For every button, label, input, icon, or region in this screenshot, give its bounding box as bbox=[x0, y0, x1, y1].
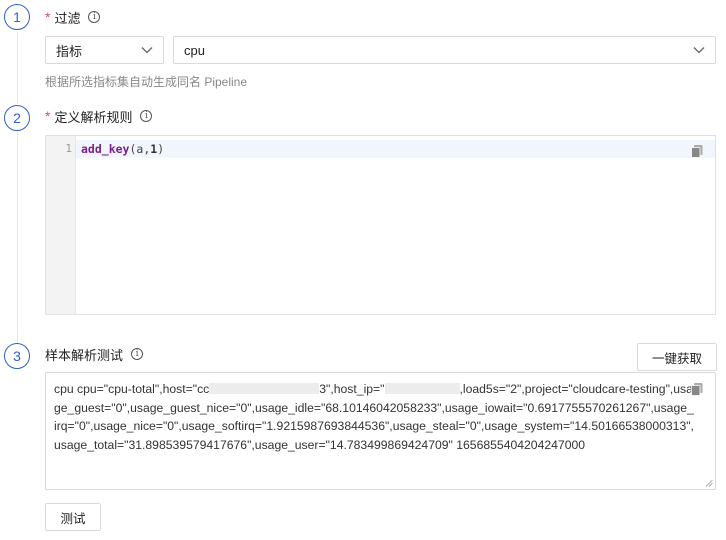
sample-title-label: 样本解析测试 bbox=[45, 347, 124, 363]
step-1-indicator: 1 bbox=[4, 4, 30, 30]
code-line[interactable]: add_key(a,1) bbox=[81, 142, 164, 156]
info-circle-icon[interactable]: i bbox=[88, 11, 101, 23]
step-connector-2 bbox=[17, 131, 18, 343]
filter-type-value: 指标 bbox=[56, 43, 83, 59]
code-function: add_key bbox=[81, 142, 130, 156]
sample-text-part1: cpu cpu="cpu-total",host="cc bbox=[54, 382, 210, 396]
line-number: 1 bbox=[65, 142, 72, 155]
rule-code-editor[interactable]: 1 add_key(a,1) bbox=[45, 135, 716, 315]
fetch-sample-button[interactable]: 一键获取 bbox=[637, 343, 717, 371]
copy-icon[interactable] bbox=[690, 144, 704, 158]
redacted-block bbox=[384, 383, 460, 394]
metric-value: cpu bbox=[184, 42, 205, 58]
copy-icon[interactable] bbox=[690, 382, 704, 396]
filter-title-label: 过滤 bbox=[54, 10, 81, 26]
resize-handle-icon[interactable] bbox=[705, 479, 713, 487]
editor-gutter: 1 bbox=[46, 136, 76, 314]
info-circle-icon[interactable]: i bbox=[140, 110, 153, 122]
filter-type-select[interactable]: 指标 bbox=[45, 36, 164, 64]
sample-text-part2: 3",host_ip=" bbox=[319, 382, 385, 396]
metric-select[interactable]: cpu bbox=[173, 36, 716, 64]
step-connector-1 bbox=[17, 32, 18, 104]
filter-hint: 根据所选指标集自动生成同名 Pipeline bbox=[45, 75, 248, 89]
sample-content: cpu cpu="cpu-total",host="cc 3",host_ip="… bbox=[54, 380, 694, 454]
filter-section-title: * 过滤 i bbox=[45, 8, 101, 26]
info-circle-icon[interactable]: i bbox=[131, 348, 144, 360]
required-marker: * bbox=[45, 9, 51, 25]
required-marker: * bbox=[45, 108, 51, 124]
rule-section-title: * 定义解析规则 i bbox=[45, 107, 153, 125]
sample-textarea[interactable]: cpu cpu="cpu-total",host="cc 3",host_ip="… bbox=[45, 372, 716, 490]
code-paren-close: ) bbox=[157, 142, 165, 156]
step-3-indicator: 3 bbox=[4, 343, 30, 369]
active-line-highlight bbox=[76, 140, 715, 158]
rule-title-label: 定义解析规则 bbox=[54, 109, 133, 125]
chevron-down-icon bbox=[141, 47, 153, 54]
redacted-block bbox=[209, 383, 320, 394]
test-button[interactable]: 测试 bbox=[45, 503, 101, 531]
step-2-indicator: 2 bbox=[4, 105, 30, 131]
chevron-down-icon bbox=[693, 47, 705, 54]
sample-section-title: 样本解析测试 i bbox=[45, 345, 144, 363]
